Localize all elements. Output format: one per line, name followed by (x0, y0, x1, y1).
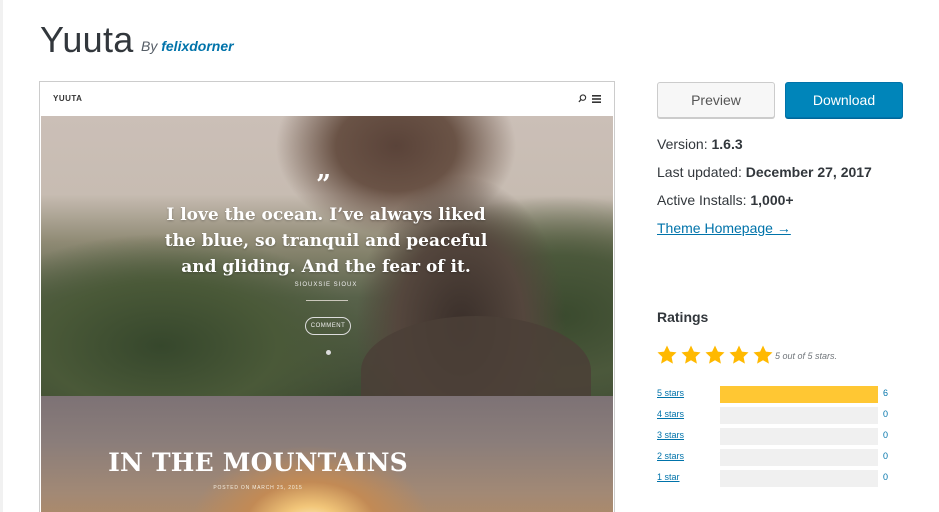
menu-icon (592, 95, 601, 103)
hero-dot (326, 350, 331, 355)
hero-comment-button: COMMENT (305, 317, 351, 335)
author-link[interactable]: felixdorner (161, 38, 233, 54)
star-icon (705, 345, 725, 364)
search-icon (578, 94, 587, 103)
rating-label-5-stars[interactable]: 5 stars (657, 388, 684, 398)
post-meta: POSTED ON MARCH 25, 2015 (213, 485, 303, 491)
star-icon (657, 345, 677, 364)
meta-last-updated: Last updated: December 27, 2017 (657, 164, 872, 180)
screenshot-logo: YUUTA (53, 94, 83, 103)
rating-bar (720, 407, 878, 424)
rating-bar (720, 428, 878, 445)
hero-quote: I love the ocean. I’ve always liked the … (164, 205, 488, 277)
updated-label: Last updated: (657, 164, 742, 180)
rating-row-2: 2 stars 0 (657, 449, 907, 466)
rating-count: 0 (883, 451, 889, 461)
star-rating (656, 344, 776, 366)
rating-bar (720, 386, 878, 403)
download-button[interactable]: Download (785, 82, 903, 118)
theme-screenshot: YUUTA ” I love the ocean. I’ve always li… (39, 81, 615, 512)
rating-count: 0 (883, 409, 889, 419)
rating-label-2-stars[interactable]: 2 stars (657, 451, 684, 461)
installs-label: Active Installs: (657, 192, 747, 208)
installs-value: 1,000+ (750, 192, 794, 208)
star-icon (753, 345, 773, 364)
post-title: IN THE MOUNTAINS (108, 448, 408, 477)
author-by-label: By (141, 38, 158, 54)
meta-active-installs: Active Installs: 1,000+ (657, 192, 794, 208)
theme-title: Yuuta (40, 19, 134, 60)
rating-bar (720, 470, 878, 487)
rating-count: 6 (883, 388, 889, 398)
hero-divider (306, 300, 348, 301)
meta-version: Version: 1.6.3 (657, 136, 743, 152)
screenshot-hero: ” I love the ocean. I’ve always liked th… (41, 116, 613, 396)
theme-homepage-link[interactable]: Theme Homepage → (657, 220, 791, 236)
version-label: Version: (657, 136, 708, 152)
hero-cite: SIOUXSIE SIOUX (294, 282, 358, 288)
rating-bar-fill (720, 386, 878, 403)
rating-count: 0 (883, 472, 889, 482)
screenshot-header-bar: YUUTA (40, 82, 614, 116)
rating-label-4-stars[interactable]: 4 stars (657, 409, 684, 419)
star-icon (681, 345, 701, 364)
rating-row-1: 1 star 0 (657, 470, 907, 487)
rating-bar (720, 449, 878, 466)
hero-figure (361, 316, 591, 396)
star-rating-summary: 5 out of 5 stars. (775, 351, 838, 361)
preview-button[interactable]: Preview (657, 82, 775, 118)
rating-label-1-star[interactable]: 1 star (657, 472, 680, 482)
star-icon (729, 345, 749, 364)
rating-row-5: 5 stars 6 (657, 386, 907, 403)
page-left-edge (0, 0, 3, 512)
version-value: 1.6.3 (711, 136, 743, 152)
rating-row-3: 3 stars 0 (657, 428, 907, 445)
theme-author: By felixdorner (141, 38, 234, 54)
quote-mark-icon: ” (316, 170, 331, 200)
screenshot-post: IN THE MOUNTAINS POSTED ON MARCH 25, 201… (41, 396, 613, 512)
rating-row-4: 4 stars 0 (657, 407, 907, 424)
updated-value: December 27, 2017 (745, 164, 872, 180)
rating-count: 0 (883, 430, 889, 440)
rating-label-3-stars[interactable]: 3 stars (657, 430, 684, 440)
ratings-heading: Ratings (657, 309, 709, 325)
